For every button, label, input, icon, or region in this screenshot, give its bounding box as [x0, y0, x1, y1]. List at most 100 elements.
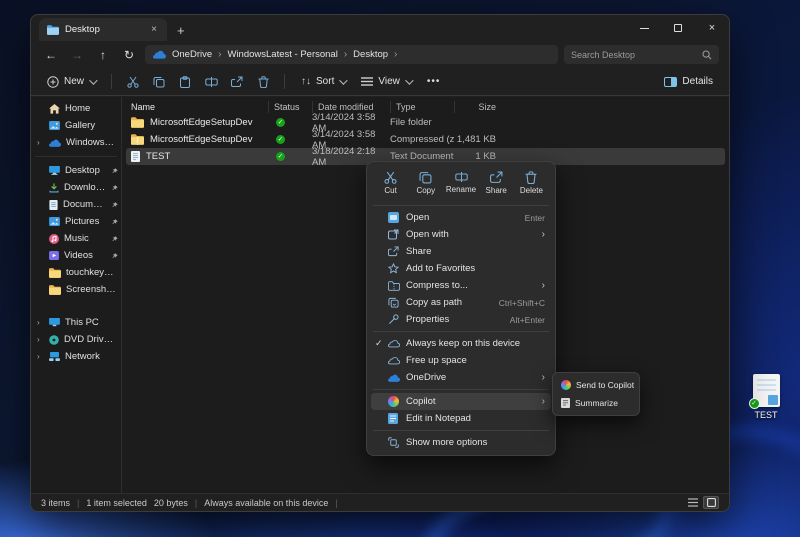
breadcrumb-onedrive[interactable]: OneDrive [172, 49, 212, 60]
sidebar-item-onedrive[interactable]: › WindowsLatest - P [31, 134, 121, 151]
chevron-right-icon[interactable]: › [37, 138, 44, 147]
menu-item-label: Free up space [406, 355, 545, 366]
sync-check-icon: ✓ [749, 398, 760, 409]
menu-item-free-up-space[interactable]: Free up space [371, 352, 551, 369]
sidebar-item-downloads[interactable]: Downloads [31, 179, 121, 196]
sort-button[interactable]: ↑↓ Sort [295, 73, 351, 90]
copilot-submenu: Send to Copilot Summarize [552, 372, 640, 416]
back-icon[interactable]: ← [41, 48, 61, 62]
close-button[interactable]: × [695, 15, 729, 41]
tab-desktop[interactable]: Desktop × [39, 18, 167, 41]
cut-button[interactable] [122, 72, 144, 92]
share-button[interactable]: Share [479, 168, 514, 198]
icons-view-icon[interactable] [703, 496, 719, 509]
breadcrumb[interactable]: OneDrive › WindowsLatest - Personal › De… [145, 45, 558, 64]
sidebar-item-music[interactable]: Music [31, 230, 121, 247]
menu-separator [373, 389, 549, 390]
submenu-item-label: Summarize [575, 398, 618, 408]
menu-item-properties[interactable]: Properties Alt+Enter [371, 311, 551, 328]
cut-button[interactable]: Cut [373, 168, 408, 198]
sync-status-icon: ✓ [276, 152, 285, 161]
menu-item-copilot[interactable]: Copilot › [371, 393, 551, 410]
menu-item-open-with[interactable]: Open with › [371, 226, 551, 243]
sidebar-item-screenshots[interactable]: Screenshots [31, 281, 121, 298]
delete-button[interactable] [252, 72, 274, 92]
tab-close-icon[interactable]: × [149, 24, 159, 35]
copy-button[interactable] [148, 72, 170, 92]
file-row[interactable]: MicrosoftEdgeSetupDev ✓ 3/14/2024 3:58 A… [126, 114, 725, 131]
sidebar-item-network[interactable]: › Network [31, 348, 121, 365]
sidebar-item-documents[interactable]: Documents [31, 196, 121, 213]
sidebar-item-home[interactable]: Home [31, 100, 121, 117]
sidebar-item-dvd-drive[interactable]: › DVD Drive (D:) CCC [31, 331, 121, 348]
window-controls: × [627, 15, 729, 41]
chevron-right-icon[interactable]: › [37, 318, 44, 327]
menu-item-compress-to[interactable]: Compress to... › [371, 277, 551, 294]
maximize-button[interactable] [661, 15, 695, 41]
submenu-item-summarize[interactable]: Summarize [556, 394, 636, 412]
column-header-status[interactable]: Status [268, 101, 312, 113]
menu-item-open[interactable]: Open Enter [371, 209, 551, 226]
menu-item-copy-as-path[interactable]: Copy as path Ctrl+Shift+C [371, 294, 551, 311]
sidebar-item-pictures[interactable]: Pictures [31, 213, 121, 230]
computer-icon [49, 318, 60, 327]
cloud-icon [388, 356, 406, 365]
menu-item-label: Always keep on this device [406, 338, 545, 349]
menu-item-share[interactable]: Share [371, 243, 551, 260]
details-view-icon[interactable] [685, 496, 701, 509]
file-row[interactable]: MicrosoftEdgeSetupDev ✓ 3/14/2024 3:58 A… [126, 131, 725, 148]
breadcrumb-desktop[interactable]: Desktop [353, 49, 388, 60]
column-header-name[interactable]: Name ^ [126, 101, 268, 113]
sidebar-item-desktop[interactable]: Desktop [31, 162, 121, 179]
menu-item-label: Show more options [406, 437, 545, 448]
column-headers: Name ^ Status Date modified Type Size [126, 99, 725, 114]
rename-button[interactable] [200, 72, 222, 92]
share-button[interactable] [226, 72, 248, 92]
rename-button[interactable]: Rename [443, 168, 478, 198]
submenu-item-send-to-copilot[interactable]: Send to Copilot [556, 376, 636, 394]
copy-button[interactable]: Copy [408, 168, 443, 198]
sync-status-icon: ✓ [276, 118, 285, 127]
sidebar-item-label: Network [65, 351, 118, 362]
column-header-size[interactable]: Size [454, 101, 500, 113]
menu-item-show-more-options[interactable]: Show more options [371, 434, 551, 451]
delete-button[interactable]: Delete [514, 168, 549, 198]
menu-separator [373, 430, 549, 431]
chevron-right-icon: › [542, 229, 545, 240]
minimize-button[interactable] [627, 15, 661, 41]
pin-icon [112, 219, 118, 225]
menu-item-onedrive[interactable]: OneDrive › [371, 369, 551, 386]
sidebar-item-this-pc[interactable]: › This PC [31, 314, 121, 331]
notepad-badge-icon [768, 395, 778, 405]
menu-separator [373, 205, 549, 206]
submenu-item-label: Send to Copilot [576, 380, 634, 390]
new-tab-button[interactable]: + [177, 23, 185, 38]
more-commands-button[interactable]: ••• [421, 73, 447, 90]
search-input[interactable] [571, 50, 702, 60]
folder-tab-icon [47, 25, 59, 35]
sort-button-label: Sort [316, 76, 334, 87]
refresh-icon[interactable]: ↻ [119, 48, 139, 62]
new-button[interactable]: New [41, 73, 101, 91]
menu-item-edit-in-notepad[interactable]: Edit in Notepad [371, 410, 551, 427]
details-pane-label: Details [682, 76, 713, 87]
menu-shortcut: Ctrl+Shift+C [499, 298, 545, 308]
column-header-type[interactable]: Type [390, 101, 454, 113]
menu-item-always-keep-on-device[interactable]: ✓ Always keep on this device [371, 335, 551, 352]
chevron-right-icon[interactable]: › [37, 335, 44, 344]
breadcrumb-account[interactable]: WindowsLatest - Personal [227, 49, 337, 60]
view-button[interactable]: View [355, 73, 417, 90]
search-box[interactable] [564, 45, 719, 64]
desktop-icon-test[interactable]: ✓ TEST [740, 374, 792, 420]
details-pane-button[interactable]: Details [658, 73, 719, 90]
sidebar-item-videos[interactable]: Videos [31, 247, 121, 264]
menu-item-add-to-favorites[interactable]: Add to Favorites [371, 260, 551, 277]
paste-button[interactable] [174, 72, 196, 92]
chevron-right-icon[interactable]: › [37, 352, 44, 361]
forward-icon[interactable]: → [67, 48, 87, 62]
chevron-right-icon[interactable]: › [394, 49, 397, 60]
sidebar-item-gallery[interactable]: Gallery [31, 117, 121, 134]
downloads-icon [49, 183, 59, 193]
sidebar-item-touchkeyboard[interactable]: touchkeyboard [31, 264, 121, 281]
up-icon[interactable]: ↑ [93, 48, 113, 62]
